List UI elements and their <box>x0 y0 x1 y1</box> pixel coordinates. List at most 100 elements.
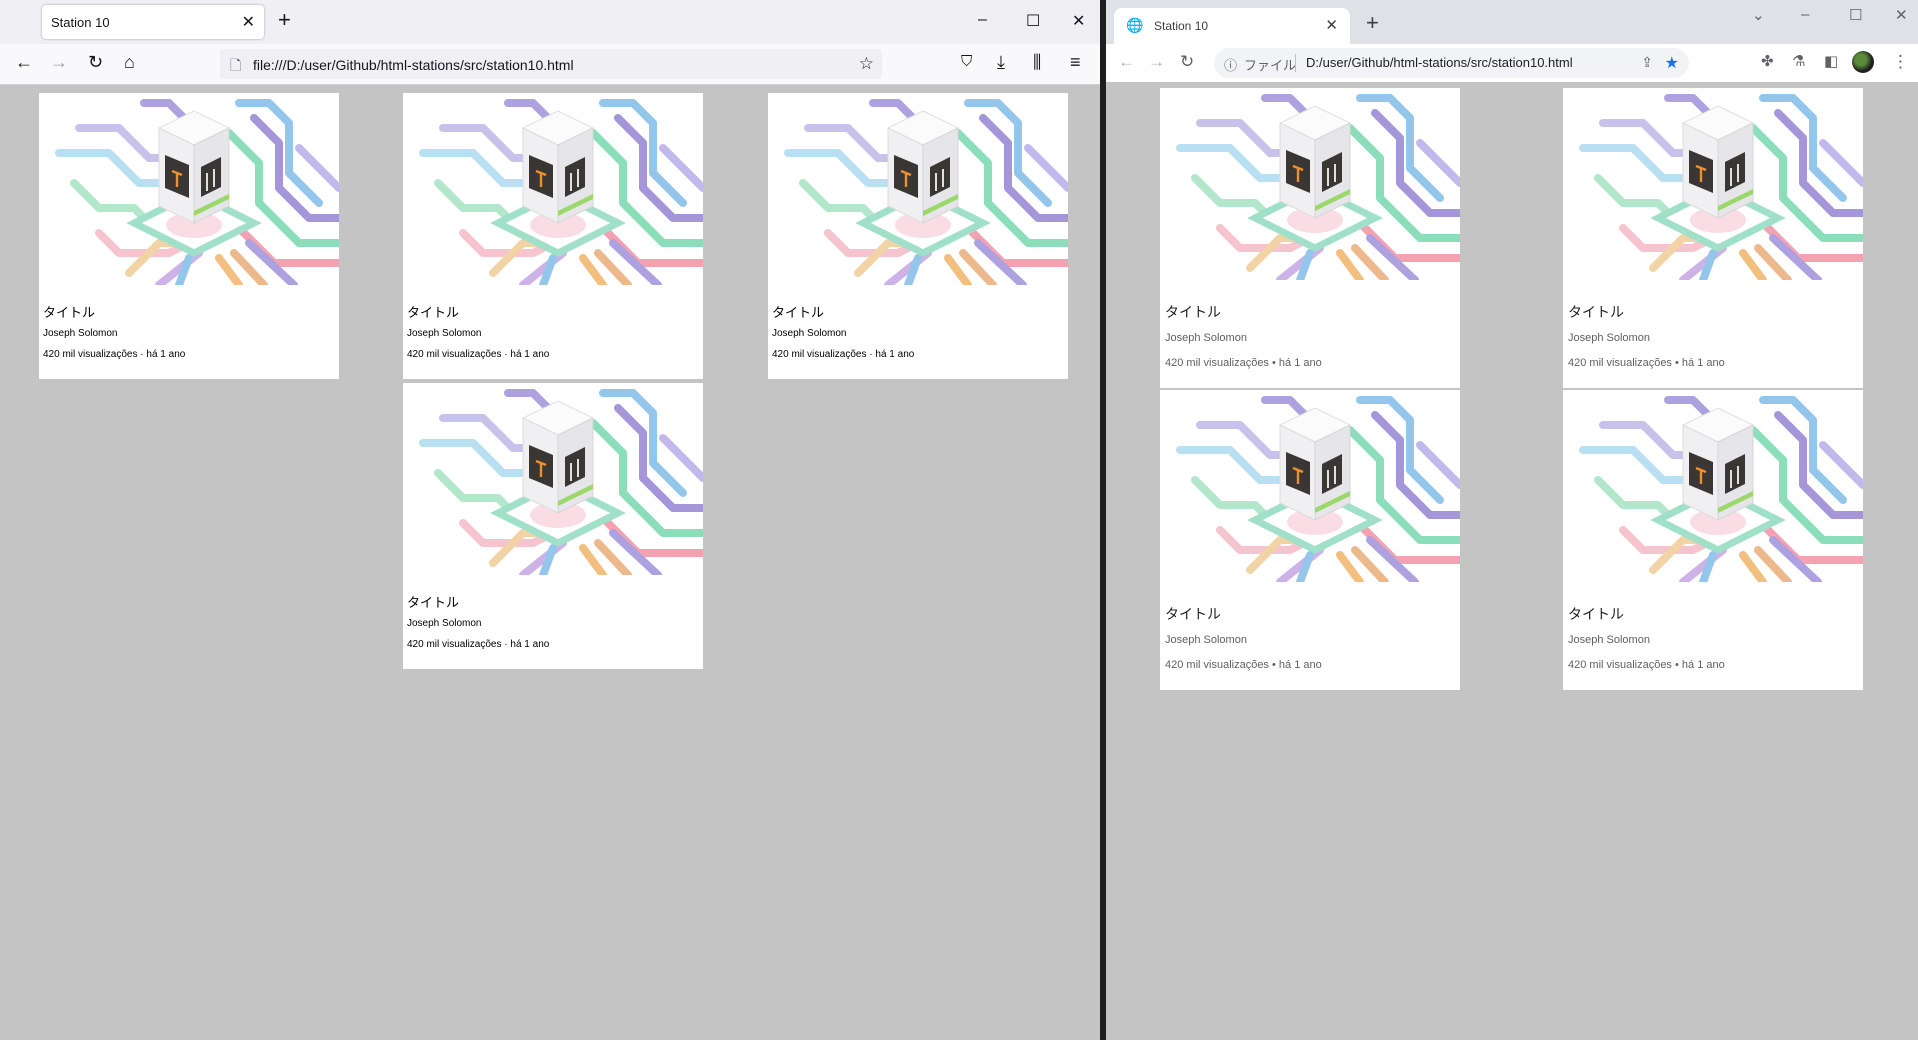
video-card[interactable]: タイトル Joseph Solomon 420 mil visualizaçõe… <box>403 383 703 669</box>
card-author: Joseph Solomon <box>1165 332 1247 344</box>
tab-strip: 🌐 Station 10 ✕ + ⌄ – ☐ ✕ <box>1106 0 1918 44</box>
firefox-page-content: タイトル Joseph Solomon 420 mil visualizaçõe… <box>0 85 1100 1040</box>
labs-flask-icon[interactable]: ⚗ <box>1792 52 1805 72</box>
card-meta: 420 mil visualizações • há 1 ano <box>1165 357 1322 369</box>
card-title: タイトル <box>1165 606 1221 622</box>
video-card[interactable]: タイトル Joseph Solomon 420 mil visualizaçõe… <box>403 93 703 379</box>
meta-separator: · <box>869 349 873 360</box>
forward-icon[interactable]: → <box>50 52 68 72</box>
tab-strip: Station 10 ✕ + – ☐ ✕ <box>0 0 1100 44</box>
kebab-menu-icon[interactable]: ⋮ <box>1892 52 1909 72</box>
minimize-icon[interactable]: – <box>1801 6 1809 23</box>
video-card[interactable]: タイトル Joseph Solomon 420 mil visualizaçõe… <box>1160 88 1460 388</box>
tab-title: Station 10 <box>51 15 110 30</box>
card-meta: 420 mil visualizações · há 1 ano <box>43 349 185 360</box>
tab-search-chevron-icon[interactable]: ⌄ <box>1752 6 1765 24</box>
upload-age: há 1 ano <box>510 639 550 650</box>
card-title: タイトル <box>407 595 460 610</box>
meta-separator: · <box>504 349 508 360</box>
view-count: 420 mil visualizações <box>407 349 502 360</box>
view-count: 420 mil visualizações <box>772 349 867 360</box>
info-icon[interactable]: ⓘ <box>1224 55 1237 74</box>
view-count: 420 mil visualizações <box>1165 659 1269 671</box>
card-meta: 420 mil visualizações • há 1 ano <box>1165 659 1322 671</box>
bookmark-star-icon[interactable]: ☆ <box>859 54 874 74</box>
card-author: Joseph Solomon <box>772 328 847 339</box>
url-text[interactable]: D:/user/Github/html-stations/src/station… <box>1306 55 1573 70</box>
card-author: Joseph Solomon <box>43 328 118 339</box>
tab-station10[interactable]: Station 10 ✕ <box>42 5 264 39</box>
navigation-toolbar: ← → ↻ ⓘ ファイル D:/user/Github/html-station… <box>1106 44 1918 82</box>
back-icon[interactable]: ← <box>1118 52 1135 72</box>
tab-title: Station 10 <box>1154 19 1209 33</box>
maximize-icon[interactable]: ☐ <box>1849 6 1862 24</box>
meta-separator: · <box>504 639 508 650</box>
thumbnail-image <box>768 93 1068 285</box>
library-icon[interactable]: ⫼ <box>1033 52 1041 72</box>
upload-age: há 1 ano <box>510 349 550 360</box>
upload-age: há 1 ano <box>1681 357 1725 369</box>
extensions-puzzle-icon[interactable]: ✤ <box>1761 52 1774 72</box>
card-title: タイトル <box>43 305 96 320</box>
globe-icon: 🌐 <box>1126 17 1144 33</box>
back-icon[interactable]: ← <box>15 52 33 72</box>
close-window-icon[interactable]: ✕ <box>1072 11 1085 31</box>
reload-icon[interactable]: ↻ <box>88 52 103 72</box>
card-meta: 420 mil visualizações · há 1 ano <box>772 349 914 360</box>
card-meta: 420 mil visualizações · há 1 ano <box>407 639 549 650</box>
forward-icon[interactable]: → <box>1148 52 1165 72</box>
close-tab-icon[interactable]: ✕ <box>242 12 255 32</box>
menu-icon[interactable]: ≡ <box>1070 52 1081 72</box>
upload-age: há 1 ano <box>1681 659 1725 671</box>
download-icon[interactable]: ⤓ <box>997 52 1005 72</box>
card-author: Joseph Solomon <box>407 328 482 339</box>
view-count: 420 mil visualizações <box>1165 357 1269 369</box>
thumbnail-image <box>403 383 703 575</box>
meta-separator: • <box>1675 357 1679 369</box>
thumbnail-image <box>1160 390 1460 582</box>
video-card[interactable]: タイトル Joseph Solomon 420 mil visualizaçõe… <box>1563 390 1863 690</box>
meta-separator: • <box>1272 357 1276 369</box>
card-title: タイトル <box>1165 304 1221 320</box>
url-scheme-label: ファイル <box>1244 58 1297 73</box>
new-tab-icon[interactable]: + <box>278 9 291 31</box>
minimize-icon[interactable]: – <box>978 11 987 29</box>
video-card[interactable]: タイトル Joseph Solomon 420 mil visualizaçõe… <box>768 93 1068 379</box>
thumbnail-image <box>1563 390 1863 582</box>
thumbnail-image <box>1563 88 1863 280</box>
meta-separator: • <box>1675 659 1679 671</box>
card-meta: 420 mil visualizações • há 1 ano <box>1568 357 1725 369</box>
maximize-icon[interactable]: ☐ <box>1026 11 1040 31</box>
video-card[interactable]: タイトル Joseph Solomon 420 mil visualizaçõe… <box>1160 390 1460 690</box>
bookmark-star-icon[interactable]: ★ <box>1665 53 1679 73</box>
firefox-window: Station 10 ✕ + – ☐ ✕ ← → ↻ ⌂ 🗋 file:///D… <box>0 0 1100 1040</box>
url-text[interactable]: file:///D:/user/Github/html-stations/src… <box>253 57 574 73</box>
meta-separator: · <box>140 349 144 360</box>
page-icon: 🗋 <box>230 57 242 73</box>
close-window-icon[interactable]: ✕ <box>1895 6 1908 24</box>
thumbnail-image <box>403 93 703 285</box>
video-card[interactable]: タイトル Joseph Solomon 420 mil visualizaçõe… <box>39 93 339 379</box>
card-author: Joseph Solomon <box>407 618 482 629</box>
side-panel-icon[interactable]: ◧ <box>1824 52 1838 72</box>
tab-station10[interactable]: 🌐 Station 10 ✕ <box>1114 8 1350 44</box>
card-author: Joseph Solomon <box>1568 332 1650 344</box>
card-author: Joseph Solomon <box>1568 634 1650 646</box>
video-card[interactable]: タイトル Joseph Solomon 420 mil visualizaçõe… <box>1563 88 1863 388</box>
pocket-icon[interactable]: ⛉ <box>961 52 972 72</box>
url-bar[interactable]: 🗋 file:///D:/user/Github/html-stations/s… <box>220 49 882 79</box>
home-icon[interactable]: ⌂ <box>124 52 135 72</box>
card-title: タイトル <box>1568 304 1624 320</box>
profile-avatar[interactable] <box>1852 51 1874 73</box>
view-count: 420 mil visualizações <box>407 639 502 650</box>
upload-age: há 1 ano <box>146 349 186 360</box>
close-tab-icon[interactable]: ✕ <box>1325 16 1338 34</box>
share-icon[interactable]: ⇪ <box>1641 54 1653 71</box>
meta-separator: • <box>1272 659 1276 671</box>
navigation-toolbar: ← → ↻ ⌂ 🗋 file:///D:/user/Github/html-st… <box>0 44 1100 85</box>
thumbnail-image <box>39 93 339 285</box>
reload-icon[interactable]: ↻ <box>1180 52 1194 72</box>
upload-age: há 1 ano <box>875 349 915 360</box>
new-tab-icon[interactable]: + <box>1366 12 1379 34</box>
omnibox[interactable]: ⓘ ファイル D:/user/Github/html-stations/src/… <box>1214 48 1689 78</box>
